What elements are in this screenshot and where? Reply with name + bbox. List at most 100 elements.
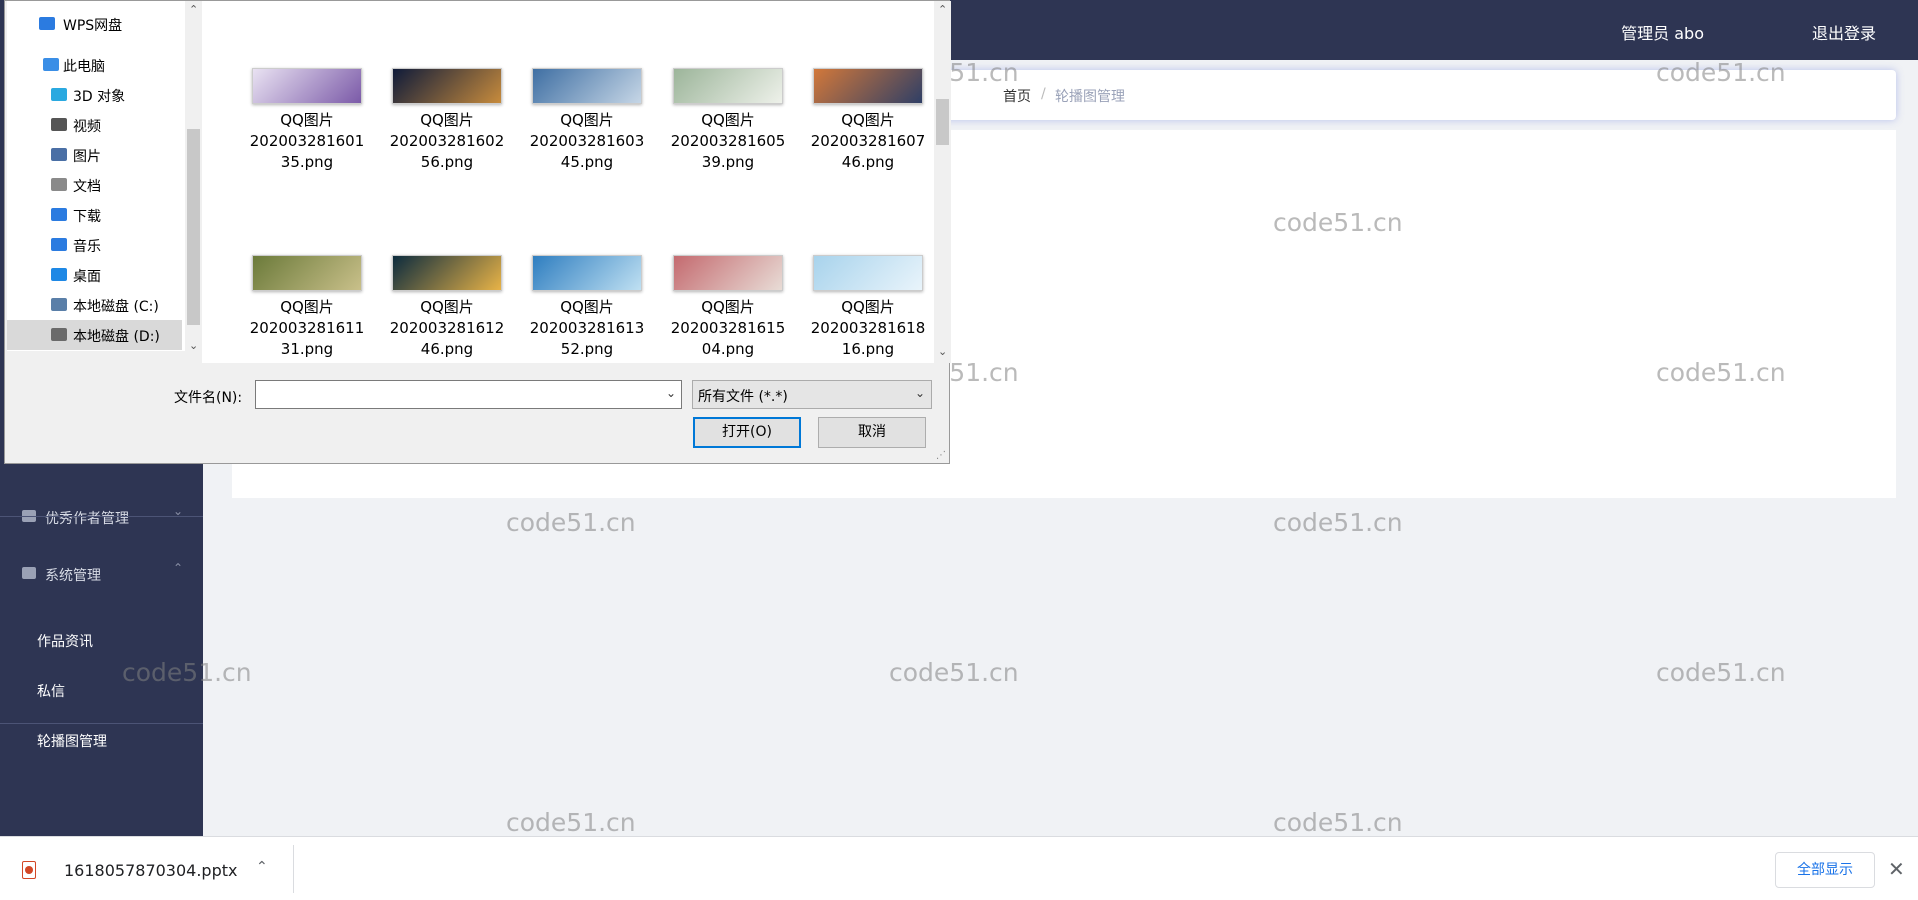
file-item[interactable]: QQ图片 202003281615 04.png xyxy=(658,255,798,375)
file-name-line: 56.png xyxy=(420,153,474,171)
sidebar-group-system[interactable]: 系统管理 ⌃ xyxy=(0,547,203,603)
show-all-button[interactable]: 全部显示 xyxy=(1775,852,1875,888)
divider xyxy=(293,845,294,893)
scroll-up-icon[interactable]: ⌃ xyxy=(938,3,947,16)
file-thumbnail xyxy=(252,68,362,104)
file-name: QQ图片 202003281613 52.png xyxy=(517,297,657,360)
nav-item-label: 下载 xyxy=(73,209,101,225)
chevron-down-icon: ⌄ xyxy=(914,386,925,400)
nav-item-label: 文档 xyxy=(73,179,101,195)
file-name-line: QQ图片 xyxy=(841,111,895,129)
file-open-dialog: WPS网盘 此电脑 3D 对象 视频 图片 文档 下载 音乐 桌面 本地磁盘 (… xyxy=(4,0,951,464)
sidebar-divider xyxy=(0,723,203,724)
file-thumbnail xyxy=(813,68,923,104)
drive-d-icon xyxy=(51,328,67,341)
file-name-line: 52.png xyxy=(560,340,614,358)
file-item[interactable]: QQ图片 202003281612 46.png xyxy=(377,255,517,375)
filename-label: 文件名(N): xyxy=(174,390,243,406)
nav-item-label: 桌面 xyxy=(73,269,101,285)
file-name-line: QQ图片 xyxy=(560,298,614,316)
resize-grip-icon[interactable]: ⋰ xyxy=(936,450,946,461)
nav-item-label: 图片 xyxy=(73,149,101,165)
close-icon[interactable]: ✕ xyxy=(1888,857,1905,881)
file-item[interactable]: QQ图片 202003281613 52.png xyxy=(517,255,657,375)
breadcrumb-current: 轮播图管理 xyxy=(1055,89,1125,105)
filename-input[interactable] xyxy=(256,381,656,408)
breadcrumb-home[interactable]: 首页 xyxy=(1003,86,1031,106)
drive-c-icon xyxy=(51,298,67,311)
file-name-line: QQ图片 xyxy=(701,298,755,316)
nav-item-music[interactable]: 音乐 xyxy=(7,230,182,260)
sidebar-item-news[interactable]: 作品资讯 xyxy=(0,615,203,665)
scroll-down-icon[interactable]: ⌄ xyxy=(938,345,947,358)
file-name-line: QQ图片 xyxy=(701,111,755,129)
sidebar-group-label: 优秀作者管理 xyxy=(45,511,129,527)
chevron-up-icon[interactable]: ⌃ xyxy=(256,859,268,875)
nav-item-pictures[interactable]: 图片 xyxy=(7,140,182,170)
nav-item-drive-c[interactable]: 本地磁盘 (C:) xyxy=(7,290,182,320)
nav-item-drive-d[interactable]: 本地磁盘 (D:) xyxy=(7,320,182,350)
scroll-up-icon[interactable]: ⌃ xyxy=(189,3,198,16)
file-name-line: QQ图片 xyxy=(280,298,334,316)
file-thumbnail xyxy=(532,68,642,104)
file-item[interactable]: QQ图片 202003281611 31.png xyxy=(237,255,377,375)
filename-combobox[interactable]: ⌄ xyxy=(255,380,682,409)
file-name: QQ图片 202003281611 31.png xyxy=(237,297,377,360)
nav-item-label: 此电脑 xyxy=(63,59,105,75)
nav-item-wps-cloud[interactable]: WPS网盘 xyxy=(7,9,182,39)
nav-item-this-pc[interactable]: 此电脑 xyxy=(7,50,182,80)
sidebar-item-label: 轮播图管理 xyxy=(37,734,107,750)
file-name: QQ图片 202003281612 46.png xyxy=(377,297,517,360)
scrollbar-thumb[interactable] xyxy=(187,129,200,325)
file-item[interactable]: QQ图片 202003281605 39.png xyxy=(658,68,798,188)
file-thumbnail xyxy=(392,255,502,291)
scrollbar-thumb[interactable] xyxy=(936,99,949,145)
file-name-line: 202003281618 xyxy=(810,319,926,337)
file-thumbnail xyxy=(813,255,923,291)
nav-item-documents[interactable]: 文档 xyxy=(7,170,182,200)
nav-item-label: 本地磁盘 (C:) xyxy=(73,299,159,315)
file-name-line: QQ图片 xyxy=(420,111,474,129)
file-list: QQ图片 202003281601 35.png QQ图片 202003281602 56… xyxy=(202,1,934,363)
open-button[interactable]: 打开(O) xyxy=(693,417,801,448)
nav-item-label: 本地磁盘 (D:) xyxy=(73,329,160,345)
pictures-icon xyxy=(51,148,67,161)
file-name-line: 31.png xyxy=(280,340,334,358)
nav-item-label: 视频 xyxy=(73,119,101,135)
file-thumbnail xyxy=(532,255,642,291)
file-name: QQ图片 202003281605 39.png xyxy=(658,110,798,173)
cancel-button[interactable]: 取消 xyxy=(818,417,926,448)
file-name-line: 202003281615 xyxy=(670,319,786,337)
sidebar-group-authors[interactable]: 优秀作者管理 ⌄ xyxy=(0,490,203,546)
file-item[interactable]: QQ图片 202003281601 35.png xyxy=(237,68,377,188)
nav-item-desktop[interactable]: 桌面 xyxy=(7,260,182,290)
file-name-line: 39.png xyxy=(701,153,755,171)
watermark: code51.cn xyxy=(889,658,1019,687)
nav-item-label: WPS网盘 xyxy=(63,18,123,34)
navigation-pane: WPS网盘 此电脑 3D 对象 视频 图片 文档 下载 音乐 桌面 本地磁盘 (… xyxy=(7,1,185,351)
nav-item-downloads[interactable]: 下载 xyxy=(7,200,182,230)
filetype-select[interactable]: 所有文件 (*.*) ⌄ xyxy=(692,380,932,409)
nav-item-3d-objects[interactable]: 3D 对象 xyxy=(7,80,182,110)
file-item[interactable]: QQ图片 202003281607 46.png xyxy=(798,68,938,188)
file-name-line: 04.png xyxy=(701,340,755,358)
nav-item-label: 音乐 xyxy=(73,239,101,255)
watermark: code51.cn xyxy=(1656,658,1786,687)
scroll-down-icon[interactable]: ⌄ xyxy=(189,339,198,352)
chevron-down-icon[interactable]: ⌄ xyxy=(666,386,676,400)
current-user: 管理员 abo xyxy=(1621,24,1704,43)
file-item[interactable]: QQ图片 202003281602 56.png xyxy=(377,68,517,188)
sidebar-item-messages[interactable]: 私信 xyxy=(0,665,203,715)
logout-link[interactable]: 退出登录 xyxy=(1812,20,1876,44)
file-name-line: 202003281602 xyxy=(389,132,505,150)
nav-item-videos[interactable]: 视频 xyxy=(7,110,182,140)
file-name-line: 16.png xyxy=(841,340,895,358)
chevron-up-icon: ⌃ xyxy=(172,561,183,575)
nav-pane-scrollbar[interactable]: ⌃ ⌄ xyxy=(185,1,202,353)
file-list-scrollbar[interactable]: ⌃ ⌄ xyxy=(934,1,951,363)
download-file-name[interactable]: 1618057870304.pptx xyxy=(64,861,237,880)
file-item[interactable]: QQ图片 202003281618 16.png xyxy=(798,255,938,375)
file-item[interactable]: QQ图片 202003281603 45.png xyxy=(517,68,657,188)
watermark: code51.cn xyxy=(1273,808,1403,837)
file-name: QQ图片 202003281615 04.png xyxy=(658,297,798,360)
